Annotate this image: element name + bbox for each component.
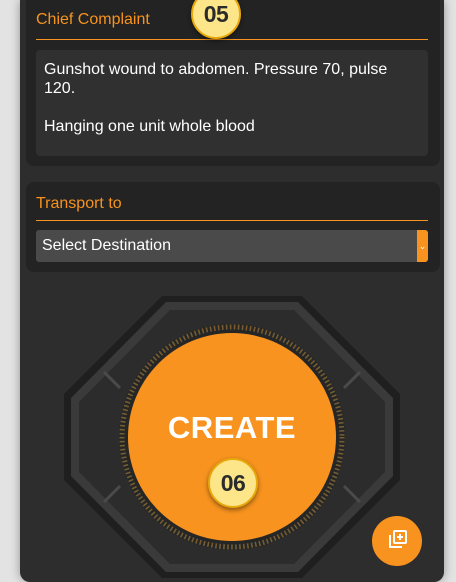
main-panel: Chief Complaint Gunshot wound to abdomen…	[20, 0, 444, 582]
add-copy-button[interactable]	[372, 516, 422, 566]
annotation-badge: 06	[208, 458, 258, 508]
create-button-label[interactable]: CREATE	[132, 410, 332, 446]
